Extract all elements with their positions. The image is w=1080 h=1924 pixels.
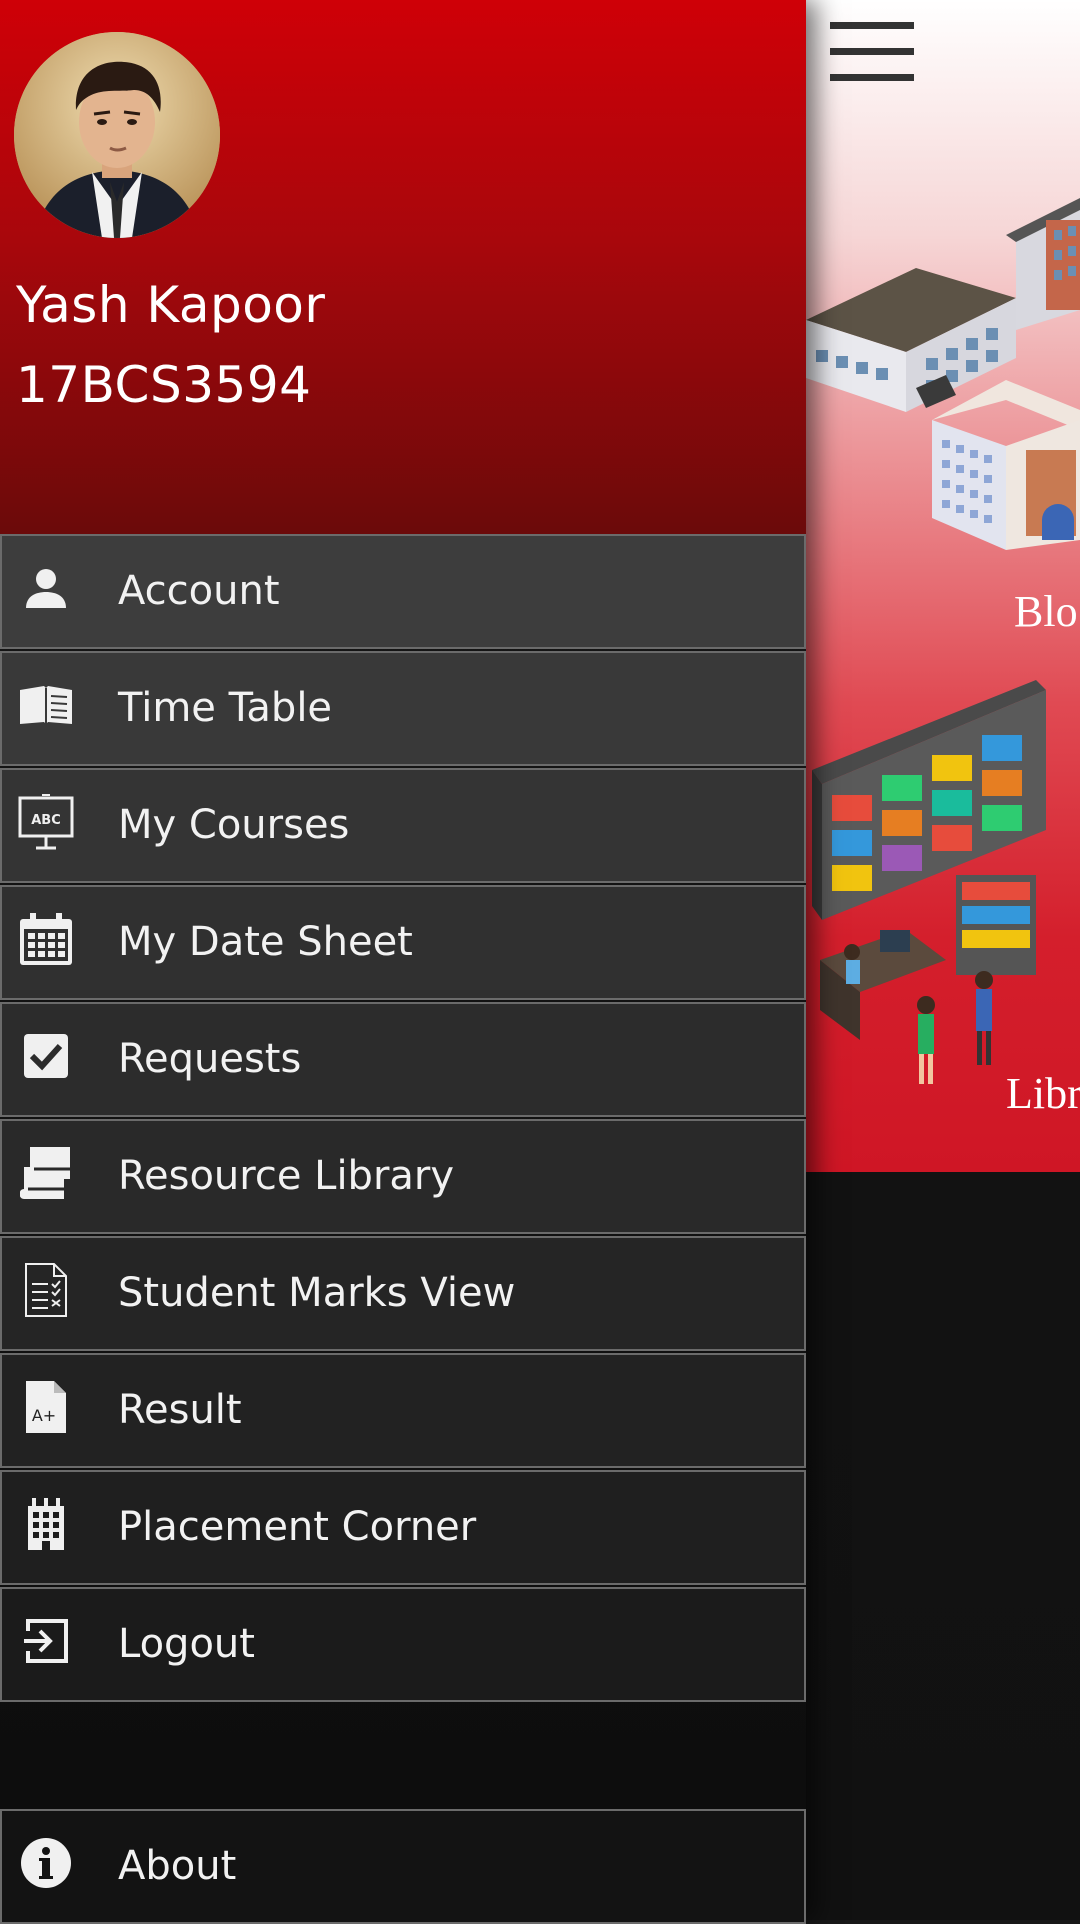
checklist-document-icon bbox=[16, 1260, 76, 1320]
drawer-header: Yash Kapoor 17BCS3594 bbox=[0, 0, 806, 534]
user-roll-number: 17BCS3594 bbox=[16, 356, 312, 414]
main-content: Blo Libr bbox=[806, 0, 1080, 1920]
menu-item-label: My Courses bbox=[118, 802, 350, 848]
open-book-icon bbox=[16, 675, 76, 735]
menu-item-label: Time Table bbox=[118, 685, 333, 731]
menu-item-my-date-sheet[interactable]: My Date Sheet bbox=[0, 885, 806, 1000]
campus-blocks-image[interactable] bbox=[806, 180, 1080, 740]
category-banner: Blo Libr bbox=[806, 0, 1080, 1172]
menu-item-label: My Date Sheet bbox=[118, 919, 413, 965]
menu-item-label: Result bbox=[118, 1387, 242, 1433]
svg-text:A+: A+ bbox=[32, 1406, 56, 1425]
menu-item-label: Student Marks View bbox=[118, 1270, 516, 1316]
grade-document-icon: A+ bbox=[16, 1377, 76, 1437]
category-label-blocks[interactable]: Blo bbox=[1014, 586, 1078, 637]
menu-item-logout[interactable]: Logout bbox=[0, 1587, 806, 1702]
menu-item-student-marks-view[interactable]: Student Marks View bbox=[0, 1236, 806, 1351]
category-label-library[interactable]: Libr bbox=[1006, 1068, 1080, 1119]
menu-item-time-table[interactable]: Time Table bbox=[0, 651, 806, 766]
menu-item-requests[interactable]: Requests bbox=[0, 1002, 806, 1117]
menu-item-label: Resource Library bbox=[118, 1153, 455, 1199]
menu-item-placement-corner[interactable]: Placement Corner bbox=[0, 1470, 806, 1585]
menu-item-about[interactable]: About bbox=[0, 1809, 806, 1924]
calendar-icon bbox=[16, 909, 76, 969]
menu-item-label: Account bbox=[118, 568, 280, 614]
info-icon bbox=[16, 1833, 76, 1893]
books-icon bbox=[16, 1143, 76, 1203]
menu-item-resource-library[interactable]: Resource Library bbox=[0, 1119, 806, 1234]
menu-item-account[interactable]: Account bbox=[0, 534, 806, 649]
menu-item-label: Placement Corner bbox=[118, 1504, 477, 1550]
avatar[interactable] bbox=[14, 32, 220, 238]
menu-item-label: Requests bbox=[118, 1036, 302, 1082]
building-icon bbox=[16, 1494, 76, 1554]
checkbox-icon bbox=[16, 1026, 76, 1086]
hamburger-menu-icon[interactable] bbox=[830, 22, 914, 82]
abc-board-icon: ABC bbox=[16, 792, 76, 852]
navigation-drawer: Yash Kapoor 17BCS3594 Account Time Table… bbox=[0, 0, 806, 1924]
profile-photo bbox=[14, 32, 220, 238]
logout-icon bbox=[16, 1611, 76, 1671]
person-icon bbox=[16, 558, 76, 618]
svg-text:ABC: ABC bbox=[31, 813, 61, 828]
library-image[interactable] bbox=[806, 660, 1080, 1100]
menu-item-result[interactable]: A+ Result bbox=[0, 1353, 806, 1468]
menu-item-label: Logout bbox=[118, 1621, 255, 1667]
menu-item-my-courses[interactable]: ABC My Courses bbox=[0, 768, 806, 883]
user-name: Yash Kapoor bbox=[16, 276, 326, 334]
menu-item-label: About bbox=[118, 1843, 237, 1889]
